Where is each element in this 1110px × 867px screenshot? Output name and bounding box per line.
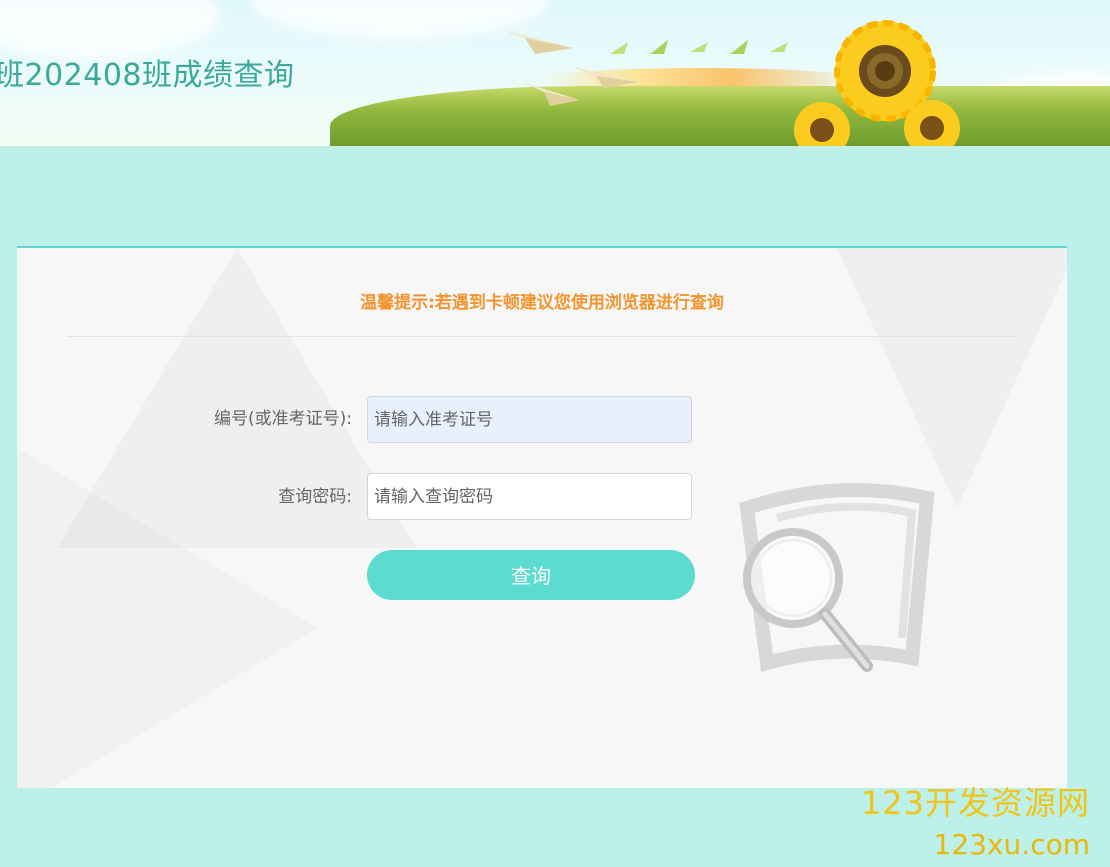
sunflower-icon [904,100,960,146]
notice-text: 温馨提示:若遇到卡顿建议您使用浏览器进行查询 [360,293,724,313]
header-banner: 班202408班成绩查询 [0,0,1110,147]
sunflower-field [330,86,1110,146]
id-field-label: 编号(或准考证号): [214,409,352,429]
sunflower-icon [794,102,850,146]
watermark-name: 123开发资源网 [860,784,1090,822]
watermark-domain: 123xu.com [933,828,1090,861]
password-input[interactable] [367,473,692,520]
page-title: 班202408班成绩查询 [0,58,295,93]
paper-plane-icon [522,82,580,106]
divider [67,336,1017,337]
query-button[interactable]: 查询 [367,550,695,600]
site-watermark: 123开发资源网 123xu.com [861,778,1090,861]
magnifier-icon [739,483,935,672]
id-input[interactable] [367,396,692,443]
query-panel: 温馨提示:若遇到卡顿建议您使用浏览器进行查询 编号(或准考证号): 查询密码: … [17,246,1067,788]
password-field-label: 查询密码: [278,487,352,507]
paper-plane-icon [495,28,573,54]
leaf-decoration [610,40,788,54]
